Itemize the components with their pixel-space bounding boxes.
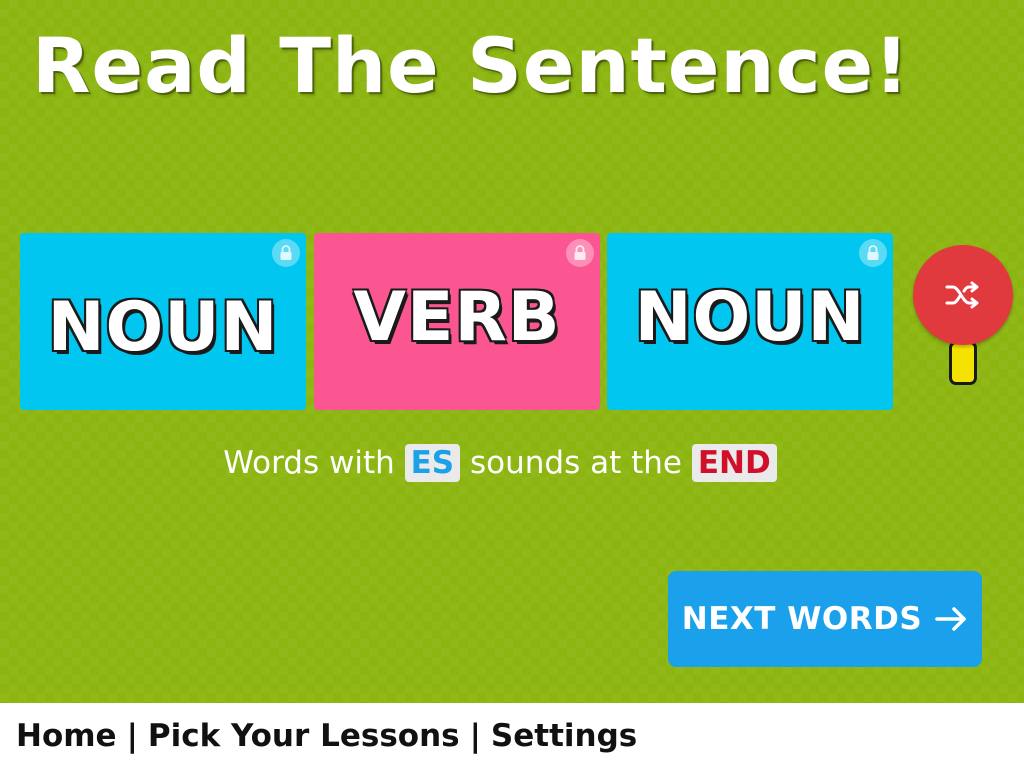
- footer-separator: |: [469, 717, 481, 754]
- word-card-3[interactable]: NOUN: [607, 233, 893, 410]
- lesson-middle: sounds at the: [470, 445, 682, 481]
- lesson-position-badge: END: [691, 444, 777, 482]
- lock-icon[interactable]: [272, 239, 300, 267]
- lesson-prefix: Words with: [223, 445, 395, 481]
- game-stage: Read The Sentence! NOUN VERB NOUN Words …: [0, 0, 1024, 703]
- card-word: VERB: [353, 278, 561, 357]
- footer-link-settings[interactable]: Settings: [491, 718, 637, 754]
- lock-icon-glyph: [867, 245, 879, 260]
- shuffle-icon: [945, 281, 979, 309]
- word-card-2[interactable]: VERB: [314, 233, 600, 410]
- card-word: NOUN: [634, 278, 866, 357]
- lesson-description: Words with ES sounds at the END: [0, 444, 1000, 482]
- shuffle-button[interactable]: [913, 245, 1013, 345]
- word-card-1[interactable]: NOUN: [20, 233, 306, 410]
- footer-link-pick-lessons[interactable]: Pick Your Lessons: [148, 718, 460, 754]
- next-words-button[interactable]: NEXT WORDS: [668, 571, 982, 667]
- card-word: NOUN: [47, 288, 279, 367]
- footer-nav: Home | Pick Your Lessons | Settings: [0, 703, 1024, 768]
- next-words-label: NEXT WORDS: [681, 601, 923, 637]
- lock-icon[interactable]: [566, 239, 594, 267]
- footer-separator: |: [126, 717, 138, 754]
- lock-icon[interactable]: [859, 239, 887, 267]
- lesson-sound-badge: ES: [404, 444, 461, 482]
- shuffle-lever-handle[interactable]: [949, 341, 977, 385]
- lock-icon-glyph: [280, 245, 292, 260]
- page-title: Read The Sentence!: [32, 21, 910, 110]
- footer-link-home[interactable]: Home: [16, 718, 117, 754]
- lock-icon-glyph: [574, 245, 586, 260]
- arrow-right-icon: [935, 607, 966, 631]
